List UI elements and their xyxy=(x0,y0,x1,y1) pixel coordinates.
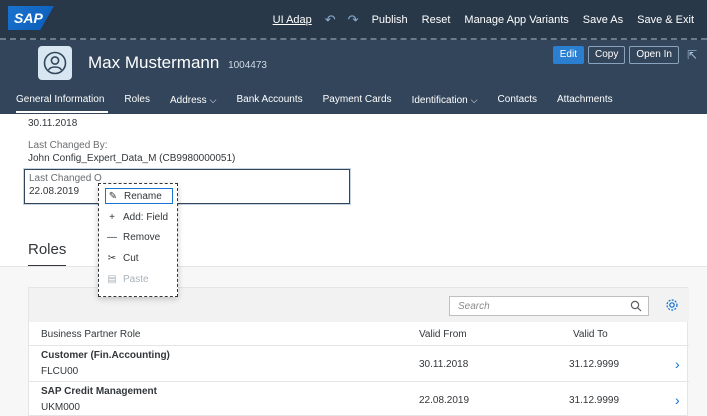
tab-label: General Information xyxy=(16,94,105,105)
valid-from: 22.08.2019 xyxy=(419,395,470,406)
menu-item-label: Paste xyxy=(123,273,149,285)
context-menu: ✎ Rename + Add: Field — Remove ✂ Cut ▤ P… xyxy=(98,183,178,297)
partner-name: Max Mustermann xyxy=(88,53,220,72)
menu-item-rename[interactable]: ✎ Rename xyxy=(105,188,173,204)
tab-bar: General Information Roles Address ⌵ Bank … xyxy=(0,90,707,114)
copy-button[interactable]: Copy xyxy=(587,46,626,64)
role-name: SAP Credit Management xyxy=(41,386,157,397)
menu-item-remove[interactable]: — Remove xyxy=(105,229,173,245)
menu-item-cut[interactable]: ✂ Cut xyxy=(105,250,173,266)
shell-actions: UI Adap ↶ ↷ Publish Reset Manage App Var… xyxy=(266,0,701,40)
column-header-role[interactable]: Business Partner Role xyxy=(41,329,141,340)
chevron-down-icon: ⌵ xyxy=(209,95,217,105)
last-changed-on-value: 22.08.2019 xyxy=(29,186,80,197)
menu-item-label: Rename xyxy=(124,190,162,202)
tab-label: Roles xyxy=(124,94,150,105)
gear-icon[interactable] xyxy=(665,298,679,312)
object-header: Max Mustermann 1004473 Edit Copy Open In… xyxy=(0,40,707,90)
tab-label: Payment Cards xyxy=(322,94,392,105)
role-code: UKM000 xyxy=(41,402,80,413)
person-icon xyxy=(43,51,67,75)
paste-icon: ▤ xyxy=(107,273,117,285)
tab-identification[interactable]: Identification ⌵ xyxy=(408,90,488,114)
reset-button[interactable]: Reset xyxy=(415,14,458,26)
shell-bar: SAP UI Adap ↶ ↷ Publish Reset Manage App… xyxy=(0,0,707,40)
manage-app-variants-button[interactable]: Manage App Variants xyxy=(457,14,575,26)
sap-logo: SAP xyxy=(8,6,54,30)
date-value: 30.11.2018 xyxy=(28,118,78,129)
open-in-button[interactable]: Open In xyxy=(629,46,679,64)
search-input[interactable]: Search xyxy=(449,296,649,316)
last-changed-on-label: Last Changed O xyxy=(29,173,102,184)
menu-item-paste: ▤ Paste xyxy=(105,271,173,287)
last-changed-by-label: Last Changed By: xyxy=(28,140,108,151)
last-changed-by-value: John Config_Expert_Data_M (CB9980000051) xyxy=(28,153,236,164)
undo-icon[interactable]: ↶ xyxy=(319,12,342,28)
role-name: Customer (Fin.Accounting) xyxy=(41,350,170,361)
valid-from: 30.11.2018 xyxy=(419,359,469,370)
tab-bank-accounts[interactable]: Bank Accounts xyxy=(232,90,312,114)
search-placeholder: Search xyxy=(458,301,490,312)
redo-icon[interactable]: ↷ xyxy=(342,12,365,28)
menu-item-label: Remove xyxy=(123,231,161,243)
roles-section-title: Roles xyxy=(28,241,67,258)
plus-icon: + xyxy=(109,211,115,223)
minus-icon: — xyxy=(107,231,117,243)
role-code: FLCU00 xyxy=(41,366,79,377)
roles-table: Search Business Partner Role Valid From … xyxy=(28,287,689,416)
column-header-valid-to[interactable]: Valid To xyxy=(573,329,608,340)
menu-item-label: Add: Field xyxy=(123,211,169,223)
edit-button[interactable]: Edit xyxy=(552,46,584,64)
table-row[interactable]: SAP Credit Management UKM000 22.08.2019 … xyxy=(29,382,689,416)
tab-label: Contacts xyxy=(497,94,538,105)
page-title: Max Mustermann 1004473 xyxy=(88,53,267,73)
table-header: Business Partner Role Valid From Valid T… xyxy=(29,322,689,346)
chevron-down-icon: ⌵ xyxy=(470,95,478,105)
ui-adapt-link[interactable]: UI Adap xyxy=(266,14,319,26)
publish-button[interactable]: Publish xyxy=(365,14,415,26)
tab-address[interactable]: Address ⌵ xyxy=(166,90,227,114)
table-row[interactable]: Customer (Fin.Accounting) FLCU00 30.11.2… xyxy=(29,346,689,382)
save-as-button[interactable]: Save As xyxy=(576,14,630,26)
last-changed-on-field[interactable]: Last Changed O 22.08.2019 xyxy=(24,169,350,204)
tab-attachments[interactable]: Attachments xyxy=(553,90,623,114)
tab-label: Identification xyxy=(411,95,468,106)
tab-contacts[interactable]: Contacts xyxy=(494,90,547,114)
avatar xyxy=(38,46,72,80)
tab-label: Address xyxy=(169,95,207,106)
tab-payment-cards[interactable]: Payment Cards xyxy=(319,90,402,114)
menu-item-label: Cut xyxy=(123,252,139,264)
column-header-valid-from[interactable]: Valid From xyxy=(419,329,467,340)
valid-to: 31.12.9999 xyxy=(569,359,620,370)
chevron-right-icon[interactable]: › xyxy=(675,392,680,408)
chevron-right-icon[interactable]: › xyxy=(675,356,680,372)
save-exit-button[interactable]: Save & Exit xyxy=(630,14,701,26)
tab-label: Attachments xyxy=(557,94,613,105)
tab-general-information[interactable]: General Information xyxy=(12,90,114,114)
partner-id: 1004473 xyxy=(228,60,267,71)
menu-item-add-field[interactable]: + Add: Field xyxy=(105,209,173,225)
header-actions: Edit Copy Open In ⇱ xyxy=(552,46,697,64)
share-icon[interactable]: ⇱ xyxy=(687,48,697,62)
tab-label: Bank Accounts xyxy=(236,94,303,105)
pencil-icon: ✎ xyxy=(108,190,118,202)
valid-to: 31.12.9999 xyxy=(569,395,620,406)
search-icon[interactable] xyxy=(630,300,642,312)
tab-roles[interactable]: Roles xyxy=(120,90,160,114)
scissors-icon: ✂ xyxy=(107,252,117,264)
